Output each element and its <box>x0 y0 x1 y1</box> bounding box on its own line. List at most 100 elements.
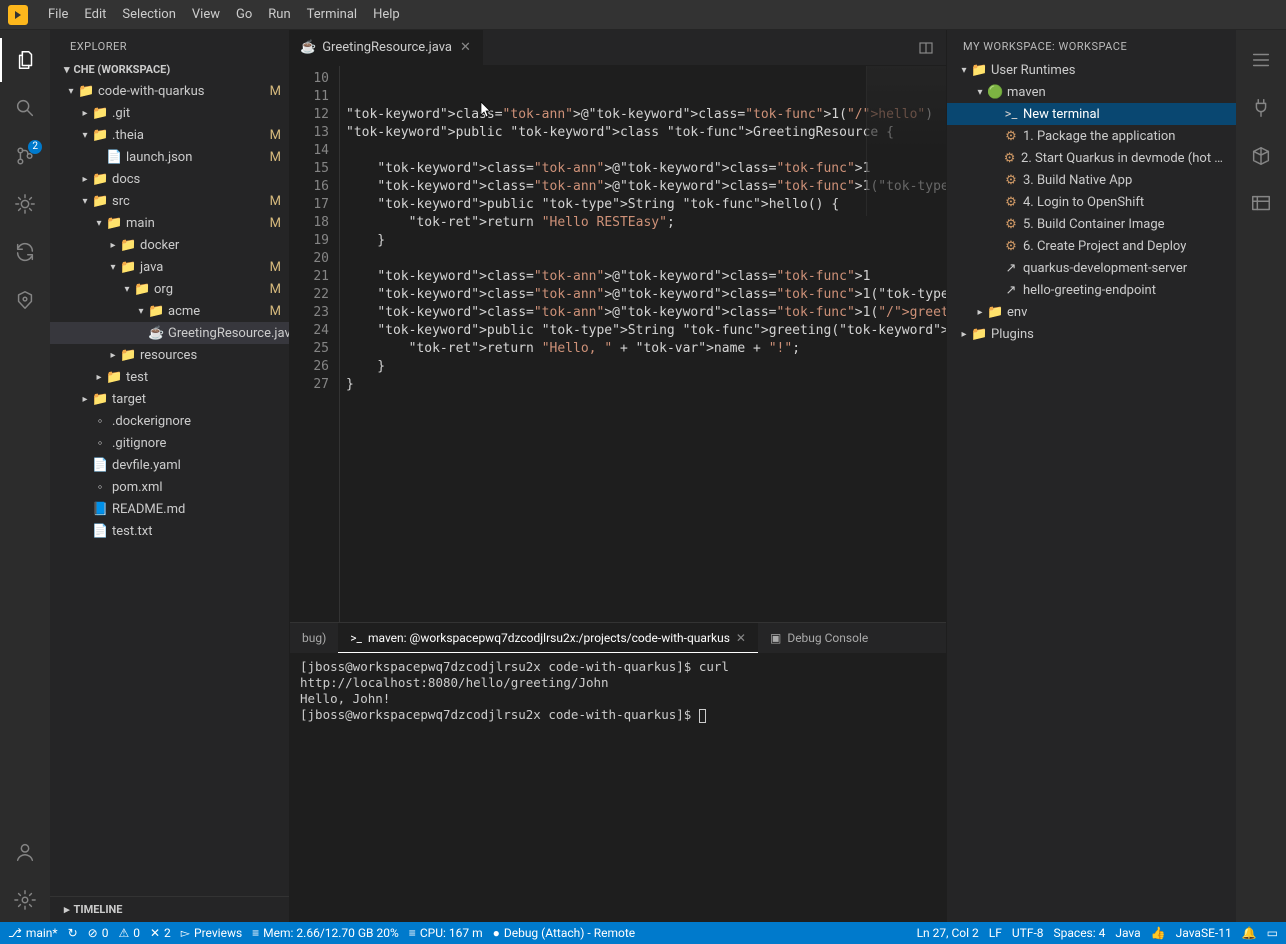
workspace-item[interactable]: ⚙1. Package the application <box>947 125 1236 147</box>
chevron-right-icon: ▸ <box>64 903 70 916</box>
status-item[interactable]: 👍 <box>1151 926 1166 940</box>
panel-tab[interactable]: bug) <box>290 623 338 653</box>
tree-item[interactable]: ▸📁resources <box>50 344 289 366</box>
tree-item[interactable]: ☕GreetingResource.javaM <box>50 322 289 344</box>
tree-item-label: test.txt <box>112 524 153 539</box>
file-icon: 📁 <box>120 260 136 275</box>
workspace-item[interactable]: ↗quarkus-development-server <box>947 257 1236 279</box>
tree-item[interactable]: ◦.dockerignore <box>50 410 289 432</box>
menu-go[interactable]: Go <box>228 3 260 26</box>
tree-item-label: .dockerignore <box>112 414 191 429</box>
close-tab-icon[interactable]: ✕ <box>458 40 473 55</box>
tree-item[interactable]: ◦.gitignore <box>50 432 289 454</box>
workspace-item[interactable]: ▸📁Plugins <box>947 323 1236 345</box>
menu-edit[interactable]: Edit <box>76 3 114 26</box>
status-item[interactable]: Java <box>1115 926 1140 940</box>
debug-icon[interactable] <box>0 182 50 226</box>
tree-item[interactable]: ▾📁mainM <box>50 212 289 234</box>
chevron-right-icon: ▸ <box>78 174 92 185</box>
status-item[interactable]: LF <box>989 926 1002 940</box>
explorer-section-header[interactable]: ▾ CHE (WORKSPACE) <box>50 59 289 80</box>
tree-item[interactable]: 📄launch.jsonM <box>50 146 289 168</box>
workspace-item[interactable]: ▾📁User Runtimes <box>947 59 1236 81</box>
tree-item[interactable]: 📄devfile.yaml <box>50 454 289 476</box>
tree-item[interactable]: ▸📁.git <box>50 102 289 124</box>
status-item[interactable]: ≡Mem: 2.66/12.70 GB 20% <box>252 926 399 940</box>
tree-item[interactable]: ▸📁target <box>50 388 289 410</box>
status-item[interactable]: 🔔 <box>1242 926 1257 940</box>
endpoints-icon[interactable] <box>1236 182 1286 226</box>
workspace-item[interactable]: >_New terminal <box>947 103 1236 125</box>
status-item[interactable]: ≡CPU: 167 m <box>409 926 483 940</box>
tree-item-label: .git <box>112 106 130 121</box>
status-item[interactable]: ✕2 <box>150 926 171 940</box>
menu-selection[interactable]: Selection <box>114 3 183 26</box>
tree-item[interactable]: ▾📁.theiaM <box>50 124 289 146</box>
status-item[interactable]: ⊘0 <box>88 926 109 940</box>
workspace-item-label: 4. Login to OpenShift <box>1023 195 1144 210</box>
file-icon: 📁 <box>92 392 108 407</box>
tree-item[interactable]: ▾📁javaM <box>50 256 289 278</box>
tree-item[interactable]: ▸📁docker <box>50 234 289 256</box>
tree-item[interactable]: ▾📁code-with-quarkusM <box>50 80 289 102</box>
panel-tab[interactable]: ▣Debug Console <box>758 623 880 653</box>
item-icon: ⚙ <box>1003 239 1019 254</box>
status-text: LF <box>989 926 1002 940</box>
code-content[interactable]: "tok-keyword">class="tok-ann">@"tok-keyw… <box>340 66 946 622</box>
status-icon: ↻ <box>68 926 78 940</box>
files-icon[interactable] <box>0 38 50 82</box>
workspace-item[interactable]: ▸📁env <box>947 301 1236 323</box>
file-icon: 📁 <box>92 106 108 121</box>
plug-icon[interactable] <box>1236 86 1286 130</box>
search-icon[interactable] <box>0 86 50 130</box>
status-text: 0 <box>102 926 109 940</box>
cube-icon[interactable] <box>1236 134 1286 178</box>
list-icon[interactable] <box>1236 38 1286 82</box>
menu-help[interactable]: Help <box>365 3 408 26</box>
workspace-item[interactable]: ⚙5. Build Container Image <box>947 213 1236 235</box>
minimap[interactable] <box>866 66 946 216</box>
close-tab-icon[interactable]: ✕ <box>736 631 746 645</box>
sync-icon[interactable] <box>0 230 50 274</box>
account-icon[interactable] <box>0 830 50 874</box>
tree-item[interactable]: 📄test.txt <box>50 520 289 542</box>
status-item[interactable]: JavaSE-11 <box>1176 926 1232 940</box>
status-item[interactable]: Ln 27, Col 2 <box>917 926 979 940</box>
code-editor[interactable]: 101112131415161718192021222324252627 "to… <box>290 66 946 622</box>
status-item[interactable]: ▭ <box>1267 926 1278 940</box>
menu-terminal[interactable]: Terminal <box>299 3 365 26</box>
tree-item[interactable]: ▾📁orgM <box>50 278 289 300</box>
status-item[interactable]: ●Debug (Attach) - Remote <box>493 926 636 940</box>
split-editor-icon[interactable] <box>906 30 946 65</box>
workspace-item-label: New terminal <box>1023 107 1100 122</box>
menu-run[interactable]: Run <box>260 3 298 26</box>
panel-tab[interactable]: >_maven: @workspacepwq7dzcodjlrsu2x:/pro… <box>338 623 758 653</box>
timeline-section[interactable]: ▸ TIMELINE <box>50 896 289 922</box>
status-item[interactable]: Spaces: 4 <box>1054 926 1106 940</box>
kubernetes-icon[interactable] <box>0 278 50 322</box>
workspace-item[interactable]: ⚙4. Login to OpenShift <box>947 191 1236 213</box>
status-item[interactable]: UTF-8 <box>1012 926 1044 940</box>
editor-tab[interactable]: ☕ GreetingResource.java ✕ <box>290 30 484 65</box>
status-item[interactable]: ⚠0 <box>118 926 140 940</box>
tree-item[interactable]: ▾📁srcM <box>50 190 289 212</box>
status-item[interactable]: ▻Previews <box>181 926 242 940</box>
chevron-down-icon: ▾ <box>120 284 134 295</box>
tree-item[interactable]: ◦pom.xml <box>50 476 289 498</box>
tree-item[interactable]: ▸📁test <box>50 366 289 388</box>
source-control-icon[interactable]: 2 <box>0 134 50 178</box>
menu-file[interactable]: File <box>40 3 76 26</box>
tree-item[interactable]: 📘README.md <box>50 498 289 520</box>
menu-view[interactable]: View <box>184 3 228 26</box>
gear-icon[interactable] <box>0 878 50 922</box>
tree-item[interactable]: ▸📁docs <box>50 168 289 190</box>
tree-item[interactable]: ▾📁acmeM <box>50 300 289 322</box>
workspace-item[interactable]: ⚙2. Start Quarkus in devmode (hot dep… <box>947 147 1236 169</box>
status-item[interactable]: ↻ <box>68 926 78 940</box>
workspace-item[interactable]: ▾🟢maven <box>947 81 1236 103</box>
terminal[interactable]: [jboss@workspacepwq7dzcodjlrsu2x code-wi… <box>290 653 946 922</box>
workspace-item[interactable]: ⚙6. Create Project and Deploy <box>947 235 1236 257</box>
status-item[interactable]: ⎇main* <box>8 926 58 940</box>
workspace-item[interactable]: ↗hello-greeting-endpoint <box>947 279 1236 301</box>
workspace-item[interactable]: ⚙3. Build Native App <box>947 169 1236 191</box>
